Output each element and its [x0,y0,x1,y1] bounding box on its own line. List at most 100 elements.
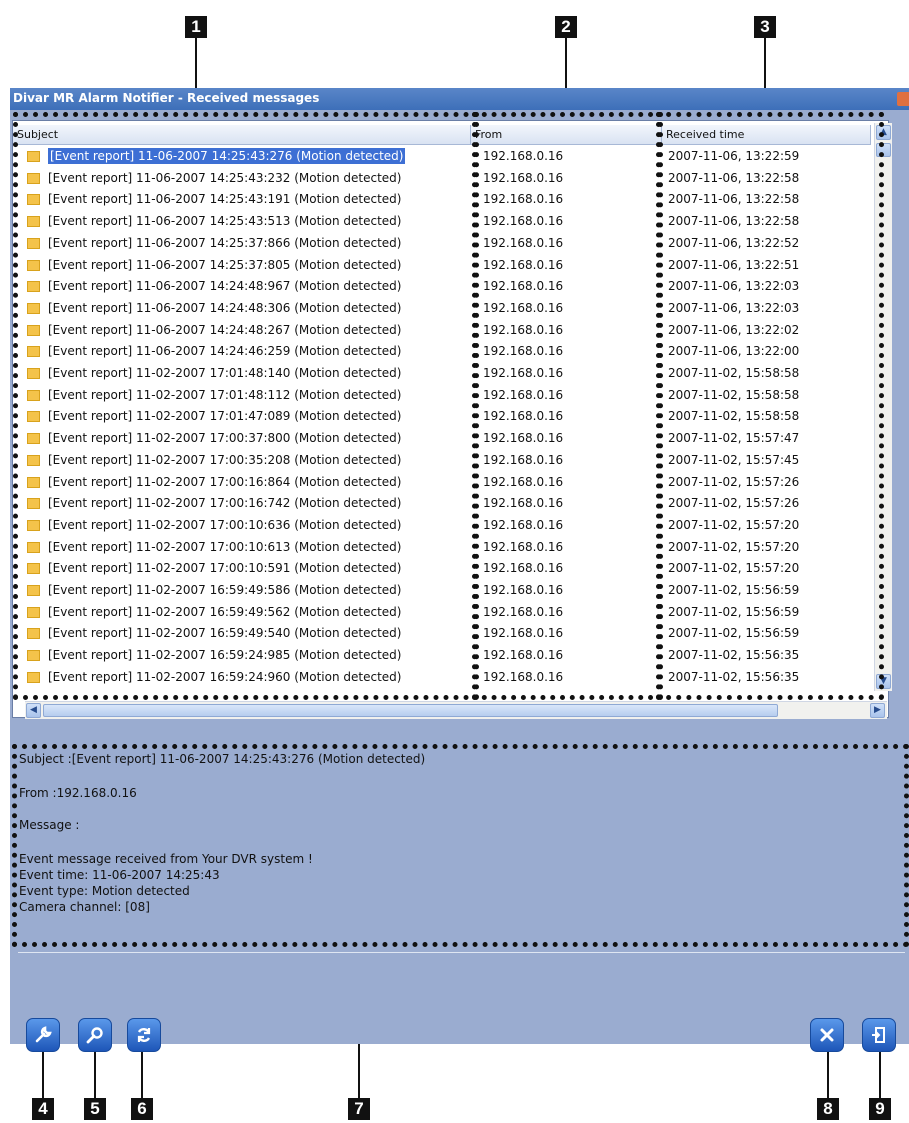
row-subject: [Event report] 11-02-2007 16:59:49:562 (… [48,602,401,624]
row-received-time: 2007-11-06, 13:22:51 [668,257,800,272]
envelope-icon [27,151,40,162]
row-from: 192.168.0.16 [483,322,564,337]
row-subject-text: [Event report] 11-02-2007 16:59:49:562 (… [48,604,402,619]
column-header-subject[interactable]: Subject [13,125,471,145]
horizontal-scroll-thumb[interactable] [43,704,778,717]
row-subject-text: [Event report] 11-06-2007 14:24:48:967 (… [48,279,402,294]
scroll-down-button[interactable]: ▼ [876,674,891,689]
row-subject-text: [Event report] 11-06-2007 14:25:43:232 (… [48,170,402,185]
envelope-icon [27,541,40,553]
row-subject: [Event report] 11-06-2007 14:25:43:276 (… [48,146,406,168]
envelope-icon [27,389,40,401]
row-subject: [Event report] 11-06-2007 14:25:43:513 (… [48,211,401,233]
row-from: 192.168.0.16 [483,517,564,532]
table-row[interactable]: [Event report] 11-06-2007 14:25:43:276 (… [13,146,871,168]
scroll-right-button[interactable]: ▶ [870,703,885,718]
row-subject-text: [Event report] 11-02-2007 17:00:16:864 (… [48,474,402,489]
message-body-line: Event time: 11-06-2007 14:25:43 [19,868,220,882]
table-row[interactable]: [Event report] 11-02-2007 16:59:49:586 (… [13,580,871,602]
row-subject: [Event report] 11-02-2007 16:59:49:540 (… [48,623,401,645]
row-subject: [Event report] 11-02-2007 16:59:24:960 (… [48,667,401,689]
table-row[interactable]: [Event report] 11-02-2007 16:59:24:985 (… [13,645,871,667]
search-button[interactable] [78,1018,112,1052]
exit-button[interactable] [862,1018,896,1052]
exit-door-icon [872,1027,885,1043]
callout-6-line [141,1052,143,1098]
table-row[interactable]: [Event report] 11-06-2007 14:24:48:306 (… [13,298,871,320]
delete-button[interactable] [810,1018,844,1052]
table-row[interactable]: [Event report] 11-06-2007 14:25:37:805 (… [13,255,871,277]
row-subject-text: [Event report] 11-06-2007 14:25:43:276 (… [48,148,406,164]
table-row[interactable]: [Event report] 11-02-2007 17:00:10:613 (… [13,537,871,559]
row-from: 192.168.0.16 [483,669,564,684]
message-body-line: Event message received from Your DVR sys… [19,852,313,866]
table-row[interactable]: [Event report] 11-02-2007 17:01:47:089 (… [13,406,871,428]
row-from: 192.168.0.16 [483,170,564,185]
row-from: 192.168.0.16 [483,452,564,467]
row-received-time: 2007-11-02, 15:56:59 [668,626,800,641]
callout-9-line [879,1052,881,1098]
row-subject: [Event report] 11-02-2007 17:00:35:208 (… [48,450,401,472]
envelope-icon [27,259,40,271]
settings-button[interactable] [26,1018,60,1052]
table-row[interactable]: [Event report] 11-02-2007 17:00:10:636 (… [13,515,871,537]
row-received-time: 2007-11-06, 13:22:58 [668,170,800,185]
title-bar[interactable]: Divar MR Alarm Notifier - Received messa… [10,88,909,110]
table-row[interactable]: [Event report] 11-06-2007 14:25:43:513 (… [13,211,871,233]
row-subject-text: [Event report] 11-02-2007 17:00:37:800 (… [48,431,402,446]
refresh-button[interactable] [127,1018,161,1052]
vertical-scrollbar[interactable]: ▲ ▼ [874,123,892,691]
envelope-icon [27,606,40,618]
message-label: Message : [19,818,80,832]
table-row[interactable]: [Event report] 11-02-2007 17:00:35:208 (… [13,450,871,472]
scroll-up-button[interactable]: ▲ [876,125,891,140]
row-subject: [Event report] 11-02-2007 17:00:10:591 (… [48,558,401,580]
message-detail: Subject :[Event report] 11-06-2007 14:25… [14,742,905,942]
horizontal-scrollbar[interactable]: ◀ ▶ [25,701,887,719]
envelope-icon [27,194,40,206]
table-row[interactable]: [Event report] 11-02-2007 17:01:48:112 (… [13,385,871,407]
row-from: 192.168.0.16 [483,431,564,446]
row-subject-text: [Event report] 11-06-2007 14:24:46:259 (… [48,344,402,359]
envelope-icon [27,628,40,640]
row-received-time: 2007-11-06, 13:22:58 [668,214,800,229]
row-subject-text: [Event report] 11-02-2007 17:00:16:742 (… [48,496,402,511]
row-subject: [Event report] 11-06-2007 14:24:46:259 (… [48,341,401,363]
message-body-line: Camera channel: [08] [19,900,150,914]
table-row[interactable]: [Event report] 11-02-2007 16:59:49:540 (… [13,623,871,645]
callout-6: 6 [131,1098,153,1120]
table-row[interactable]: [Event report] 11-06-2007 14:25:37:866 (… [13,233,871,255]
column-header-received-time[interactable]: Received time [662,125,871,145]
table-row[interactable]: [Event report] 11-06-2007 14:25:43:191 (… [13,189,871,211]
table-row[interactable]: [Event report] 11-06-2007 14:24:48:267 (… [13,320,871,342]
message-list[interactable]: Subject From Received time [Event report… [12,120,889,718]
row-subject-text: [Event report] 11-02-2007 17:01:47:089 (… [48,409,402,424]
row-from: 192.168.0.16 [483,604,564,619]
row-received-time: 2007-11-02, 15:56:59 [668,604,800,619]
row-subject-text: [Event report] 11-02-2007 17:01:48:112 (… [48,387,402,402]
window-title: Divar MR Alarm Notifier - Received messa… [13,91,320,105]
table-row[interactable]: [Event report] 11-02-2007 17:01:48:140 (… [13,363,871,385]
refresh-icon [137,1028,151,1042]
row-from: 192.168.0.16 [483,409,564,424]
column-header-from[interactable]: From [471,125,662,145]
table-row[interactable]: [Event report] 11-02-2007 17:00:10:591 (… [13,558,871,580]
table-row[interactable]: [Event report] 11-06-2007 14:24:48:967 (… [13,276,871,298]
table-row[interactable]: [Event report] 11-02-2007 17:00:16:742 (… [13,493,871,515]
window-close-button[interactable] [897,92,909,106]
row-subject: [Event report] 11-06-2007 14:25:43:232 (… [48,168,401,190]
table-row[interactable]: [Event report] 11-02-2007 16:59:49:562 (… [13,602,871,624]
row-subject-text: [Event report] 11-02-2007 17:01:48:140 (… [48,366,402,380]
wrench-icon [35,1026,52,1043]
table-row[interactable]: [Event report] 11-02-2007 17:00:37:800 (… [13,428,871,450]
table-row[interactable]: [Event report] 11-06-2007 14:25:43:232 (… [13,168,871,190]
envelope-icon [27,216,40,228]
row-received-time: 2007-11-02, 15:57:26 [668,474,800,489]
row-subject-text: [Event report] 11-02-2007 16:59:49:540 (… [48,626,402,641]
row-subject: [Event report] 11-02-2007 17:01:48:112 (… [48,385,401,407]
table-row[interactable]: [Event report] 11-06-2007 14:24:46:259 (… [13,341,871,363]
table-row[interactable]: [Event report] 11-02-2007 17:00:16:864 (… [13,472,871,494]
vertical-scroll-thumb[interactable] [876,143,891,157]
table-row[interactable]: [Event report] 11-02-2007 16:59:24:960 (… [13,667,871,689]
scroll-left-button[interactable]: ◀ [26,703,41,718]
